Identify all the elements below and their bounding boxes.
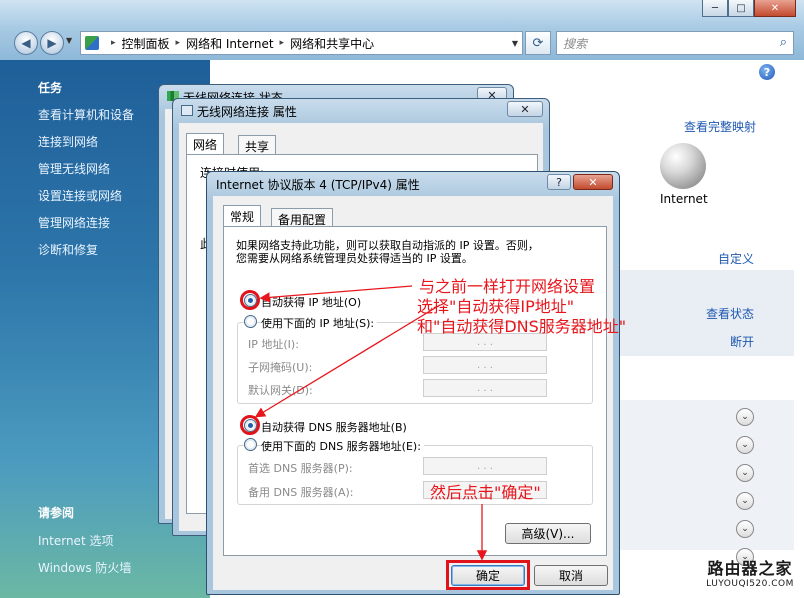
manual-ip-label[interactable]: 使用下面的 IP 地址(S):	[261, 315, 378, 331]
manual-dns-radio[interactable]	[244, 438, 257, 451]
auto-dns-label[interactable]: 自动获得 DNS 服务器地址(B)	[261, 419, 407, 435]
close-icon: ✕	[520, 102, 530, 116]
subnet-mask-label: 子网掩码(U):	[248, 361, 313, 374]
ip-address-label: IP 地址(I):	[248, 338, 299, 351]
address-dropdown-icon[interactable]: ▼	[512, 39, 518, 48]
tab-network[interactable]: 网络	[186, 133, 225, 155]
sidebar-link-manage-connections[interactable]: 管理网络连接	[38, 214, 110, 231]
breadcrumb-control-panel[interactable]: 控制面板	[122, 35, 170, 52]
refresh-icon: ⟳	[532, 35, 544, 51]
internet-label: Internet	[660, 192, 708, 206]
ip-address-dots: . . .	[477, 336, 493, 348]
sidebar-heading-tasks: 任务	[38, 81, 63, 95]
ok-button-highlight	[446, 560, 530, 590]
sidebar-heading-see-also: 请参阅	[38, 506, 75, 520]
search-icon[interactable]: ⌕	[780, 35, 787, 50]
subnet-mask-field[interactable]: . . .	[423, 356, 547, 374]
breadcrumb-separator-icon: ▸	[279, 38, 285, 48]
ipv4-dialog-title: Internet 协议版本 4 (TCP/IPv4) 属性	[216, 178, 420, 192]
properties-close-button[interactable]: ✕	[507, 101, 543, 117]
watermark-brand: 路由器之家	[707, 559, 793, 578]
breadcrumb-network-internet[interactable]: 网络和 Internet	[186, 35, 273, 52]
chevron-down-icon[interactable]: ⌄	[736, 436, 754, 454]
control-panel-icon	[85, 36, 99, 50]
chevron-down-icon[interactable]: ⌄	[736, 492, 754, 510]
customize-link[interactable]: 自定义	[718, 250, 754, 267]
gateway-dots: . . .	[477, 382, 493, 394]
sharing-settings-panel	[620, 400, 794, 550]
back-button[interactable]: ◀	[14, 31, 38, 55]
close-button[interactable]: ✕	[754, 0, 796, 17]
minimize-button[interactable]: ─	[702, 0, 728, 17]
refresh-button[interactable]: ⟳	[525, 31, 551, 55]
history-dropdown-icon[interactable]: ▼	[66, 36, 72, 45]
description-line-2: 您需要从网络系统管理员处获得适当的 IP 设置。	[236, 252, 473, 265]
sidebar-link-view-computers[interactable]: 查看计算机和设备	[38, 106, 134, 123]
properties-dialog-title: 无线网络连接 属性	[197, 105, 297, 119]
advanced-button[interactable]: 高级(V)...	[505, 523, 591, 544]
sidebar-link-connect-network[interactable]: 连接到网络	[38, 133, 98, 150]
preferred-dns-dots: . . .	[477, 460, 493, 472]
tab-general[interactable]: 常规	[223, 205, 262, 227]
manual-dns-label[interactable]: 使用下面的 DNS 服务器地址(E):	[261, 438, 424, 454]
forward-button[interactable]: ▶	[40, 31, 64, 55]
preferred-dns-label: 首选 DNS 服务器(P):	[248, 462, 353, 475]
breadcrumb: ▸ 控制面板 ▸ 网络和 Internet ▸ 网络和共享中心	[105, 35, 374, 52]
cancel-button[interactable]: 取消	[534, 565, 608, 586]
annotation-line-4: 然后点击"确定"	[430, 483, 541, 502]
maximize-button[interactable]: □	[728, 0, 754, 17]
tab-alternate-config[interactable]: 备用配置	[271, 208, 334, 228]
network-adapter-icon	[181, 105, 193, 116]
search-input[interactable]: 搜索 ⌕	[556, 31, 794, 55]
watermark-url: LUYOUQI520.COM	[706, 579, 794, 589]
view-status-link[interactable]: 查看状态	[706, 305, 754, 322]
address-bar[interactable]: ▸ 控制面板 ▸ 网络和 Internet ▸ 网络和共享中心 ▼	[80, 31, 523, 55]
sidebar-link-firewall[interactable]: Windows 防火墙	[38, 559, 131, 576]
arrow-left-icon: ◀	[21, 36, 31, 50]
view-full-map-link[interactable]: 查看完整映射	[684, 118, 756, 135]
sidebar-link-setup-connection[interactable]: 设置连接或网络	[38, 187, 122, 204]
manual-ip-radio[interactable]	[244, 315, 257, 328]
alternate-dns-label: 备用 DNS 服务器(A):	[248, 486, 354, 499]
chevron-down-icon[interactable]: ⌄	[736, 520, 754, 538]
chevron-down-icon[interactable]: ⌄	[736, 464, 754, 482]
gateway-field[interactable]: . . .	[423, 379, 547, 397]
ipv4-close-button[interactable]: ✕	[573, 174, 613, 190]
auto-ip-label[interactable]: 自动获得 IP 地址(O)	[261, 294, 361, 310]
search-placeholder: 搜索	[563, 36, 588, 51]
chevron-down-icon[interactable]: ⌄	[736, 408, 754, 426]
auto-ip-highlight	[240, 290, 260, 310]
ipv4-help-button[interactable]: ?	[547, 174, 571, 190]
breadcrumb-separator-icon: ▸	[175, 38, 181, 48]
breadcrumb-separator-icon: ▸	[111, 38, 116, 48]
tab-sharing[interactable]: 共享	[238, 135, 277, 155]
subnet-mask-dots: . . .	[477, 359, 493, 371]
annotation-line-3: 和"自动获得DNS服务器地址"	[417, 317, 627, 336]
sidebar-link-manage-wireless[interactable]: 管理无线网络	[38, 160, 110, 177]
watermark: 路由器之家 LUYOUQI520.COM	[700, 555, 800, 589]
arrow-right-icon: ▶	[47, 36, 57, 50]
preferred-dns-field[interactable]: . . .	[423, 457, 547, 475]
sidebar-link-internet-options[interactable]: Internet 选项	[38, 532, 113, 549]
internet-globe-icon	[660, 143, 706, 189]
disconnect-link[interactable]: 断开	[730, 333, 754, 350]
breadcrumb-network-sharing-center[interactable]: 网络和共享中心	[290, 35, 374, 52]
help-icon[interactable]: ?	[759, 64, 775, 80]
auto-dns-highlight	[240, 415, 260, 435]
sidebar-link-diagnose[interactable]: 诊断和修复	[38, 241, 98, 258]
gateway-label: 默认网关(D):	[248, 384, 313, 397]
